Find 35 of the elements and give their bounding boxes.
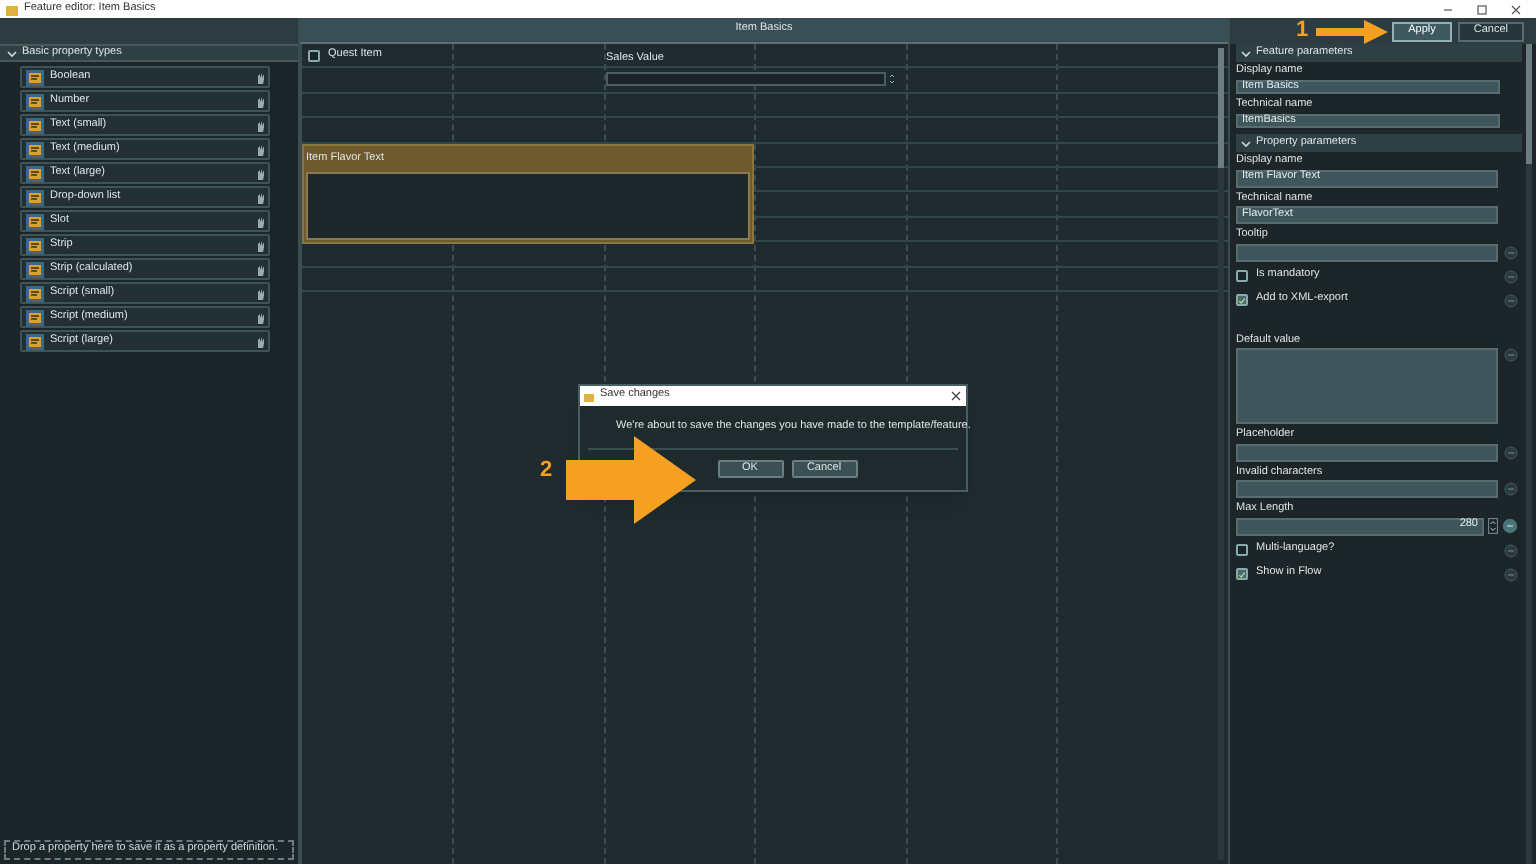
checkbox[interactable] bbox=[1236, 294, 1248, 306]
checkbox[interactable] bbox=[1236, 568, 1248, 580]
property-icon bbox=[26, 285, 44, 301]
input-field[interactable] bbox=[1236, 443, 1498, 461]
reset-icon[interactable] bbox=[1502, 518, 1518, 534]
step-number: 2 bbox=[540, 460, 553, 482]
spinner-icon[interactable] bbox=[888, 71, 896, 85]
property-icon bbox=[26, 141, 44, 157]
checkbox[interactable] bbox=[1236, 270, 1248, 282]
checkbox[interactable] bbox=[308, 50, 320, 62]
number-field[interactable] bbox=[606, 71, 886, 85]
chevron-icon[interactable] bbox=[1240, 137, 1252, 149]
checkbox[interactable] bbox=[1236, 544, 1248, 556]
property-icon bbox=[26, 261, 44, 277]
input-field[interactable] bbox=[1236, 243, 1498, 261]
spinner-icon[interactable] bbox=[1488, 518, 1498, 534]
property-icon bbox=[26, 333, 44, 349]
chevron-icon[interactable] bbox=[1240, 47, 1252, 59]
property-icon bbox=[26, 237, 44, 253]
close-icon[interactable] bbox=[950, 390, 962, 402]
folder-icon bbox=[6, 3, 18, 15]
text-area[interactable] bbox=[306, 172, 750, 240]
property-icon bbox=[26, 117, 44, 133]
chevron-icon[interactable] bbox=[6, 47, 18, 59]
property-icon bbox=[26, 309, 44, 325]
input-field[interactable] bbox=[1236, 480, 1498, 498]
property-icon bbox=[26, 213, 44, 229]
step-number: 1 bbox=[1296, 20, 1309, 42]
folder-icon bbox=[584, 391, 594, 401]
arrow-icon bbox=[1316, 20, 1388, 44]
property-icon bbox=[26, 189, 44, 205]
property-icon bbox=[26, 165, 44, 181]
property-icon bbox=[26, 69, 44, 85]
arrow-icon bbox=[566, 436, 698, 524]
property-icon bbox=[26, 93, 44, 109]
